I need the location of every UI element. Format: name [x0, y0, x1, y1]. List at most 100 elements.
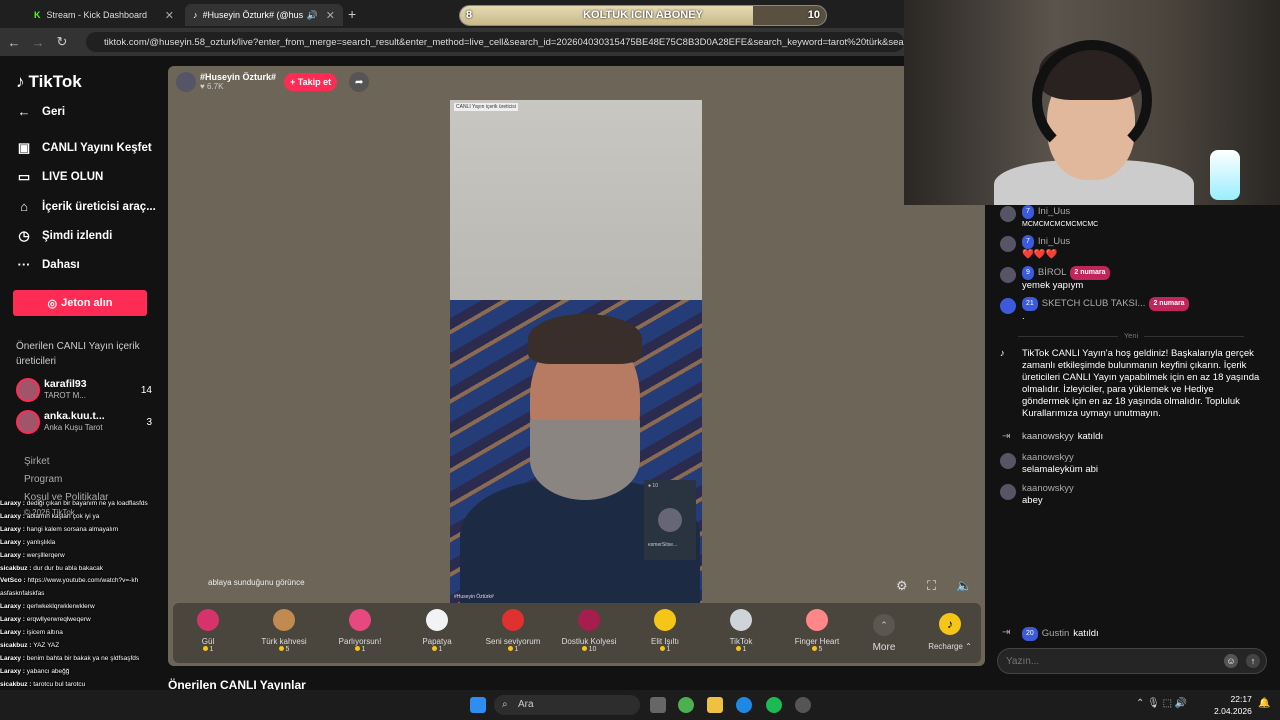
settings-icon[interactable]: ⚙: [896, 578, 908, 594]
reload-icon[interactable]: ↻: [50, 34, 74, 50]
get-coins-button[interactable]: ◎ Jeton alın: [13, 290, 147, 316]
speaker-icon: 🔊: [306, 9, 318, 20]
gift-icon: [654, 609, 676, 631]
chat-username[interactable]: SKETCH CLUB TAKSI...: [1042, 298, 1146, 310]
chat-username[interactable]: Ini_Uus: [1038, 236, 1070, 248]
chevron-up-icon[interactable]: ⌃: [873, 614, 895, 636]
sidebar-item-label: Geri: [42, 105, 66, 118]
taskbar-search[interactable]: ⌕ Ara: [494, 695, 640, 715]
close-icon[interactable]: ✕: [326, 9, 335, 22]
host-avatar[interactable]: [176, 72, 196, 92]
chat-username[interactable]: kaanowskyy: [1022, 431, 1074, 443]
chat-message: kaanowskyy selamaleyküm abi: [1000, 452, 1262, 475]
chat-text: MCMCMCMCMCMCMC: [1022, 220, 1099, 228]
recharge-button[interactable]: ♪ Recharge ⌃: [921, 613, 979, 651]
gift-item[interactable]: Seni seviyorum 1: [475, 607, 551, 653]
start-icon[interactable]: [470, 697, 486, 713]
task-view-icon[interactable]: [650, 697, 666, 713]
sidebar-item-more[interactable]: ··· Dahası: [16, 257, 80, 272]
overlay-chat-line: Laraxy : werşlllerqerw: [0, 550, 192, 563]
gift-item[interactable]: Finger Heart 5: [779, 607, 855, 653]
fan-badge: 2 numara: [1149, 297, 1189, 311]
avatar: [1000, 298, 1016, 314]
sidebar-item-creator-tools[interactable]: ⌂ İçerik üreticisi araç...: [16, 199, 156, 214]
chat-input[interactable]: [1006, 653, 1206, 669]
close-icon[interactable]: ✕: [165, 9, 174, 22]
sidebar-item-live-explore[interactable]: ▣ CANLI Yayını Keşfet: [16, 140, 152, 156]
gift-name: Parlıyorsun!: [338, 637, 382, 646]
sidebar-item-history[interactable]: ◷ Şimdi izlendi: [16, 228, 112, 244]
overlay-chat-user: Laraxy :: [0, 512, 27, 520]
overlay-chat-text: dur dur bu abla bakacak: [33, 564, 103, 572]
sidebar-item-back[interactable]: ← Geri: [16, 104, 66, 119]
level-badge: 7: [1022, 205, 1034, 219]
host-header: #Huseyin Özturk# ♥ 6.7K + Takip et ➦: [176, 72, 370, 92]
gift-item[interactable]: Dostluk Kolyesi 10: [551, 607, 627, 653]
chat-username[interactable]: kaanowskyy: [1022, 452, 1074, 464]
join-message: ⇥ 20 Gustin katıldı: [1000, 627, 1262, 641]
fullscreen-icon[interactable]: ⛶: [927, 578, 936, 594]
recommended-creator[interactable]: anka.kuu.t... Anka Kuşu Tarot 3: [16, 410, 152, 434]
avatar: [16, 410, 40, 434]
level-badge: 9: [1022, 266, 1034, 280]
tiktok-logo[interactable]: ♪ TikTok: [16, 72, 82, 92]
chat-text: yemek yapıym: [1022, 279, 1084, 291]
gift-cost: 5: [246, 646, 322, 653]
tab-kick-dashboard[interactable]: K Stream - Kick Dashboard ✕: [26, 4, 182, 26]
chat-message: kaanowskyy abey: [1000, 483, 1262, 506]
overlay-chat-text: hangi kalem sorsana almayalım: [26, 525, 119, 533]
overlay-chat-text: qerlwkeklqrwklerwklerw: [26, 603, 95, 611]
taskbar-clock[interactable]: 22:17 2.04.2026: [1214, 693, 1252, 717]
forward-icon[interactable]: →: [26, 35, 50, 50]
volume-icon[interactable]: 🔈: [956, 578, 972, 594]
app-icon[interactable]: [795, 697, 811, 713]
spotify-icon[interactable]: [766, 697, 782, 713]
sub-goal-label: KOLTUK ICIN ABONEY: [583, 9, 703, 21]
creator-icon: ⌂: [20, 199, 28, 214]
avatar: [1000, 484, 1016, 500]
tab-tiktok-live[interactable]: ♪ #Huseyin Özturk# (@huse 🔊 ✕: [185, 4, 343, 26]
edge-icon[interactable]: [736, 697, 752, 713]
chat-message: 21 SKETCH CLUB TAKSI... 2 numara.: [1000, 297, 1262, 322]
new-tab-button[interactable]: +: [348, 6, 356, 22]
guest-pip[interactable]: ● 10 esmerSitse...: [644, 480, 696, 560]
gift-item[interactable]: Elit Işıltı 1: [627, 607, 703, 653]
more-gifts-button[interactable]: More: [862, 642, 906, 653]
back-icon[interactable]: ←: [2, 35, 26, 50]
footer-link[interactable]: Şirket: [24, 456, 50, 467]
emoji-icon[interactable]: ☺: [1224, 654, 1238, 668]
send-icon[interactable]: ↑: [1246, 654, 1260, 668]
overlay-chat-user: Laraxy :: [0, 629, 27, 637]
chat-message: 7 Ini_Uus MCMCMCMCMCMCMC: [1000, 205, 1262, 230]
coin-icon: ◎: [47, 297, 58, 310]
live-chat-panel: 7 Ini_Uus MCMCMCMCMCMCMC 7 Ini_Uus ❤️❤️❤️ 9B…: [990, 205, 1270, 685]
host-name[interactable]: #Huseyin Özturk#: [200, 72, 276, 82]
tiktok-icon: ♪: [193, 10, 198, 20]
url-field[interactable]: tiktok.com/@huseyin.58_ozturk/live?enter…: [86, 32, 904, 52]
follow-button[interactable]: + Takip et: [284, 73, 338, 91]
footer-link[interactable]: Program: [24, 474, 62, 485]
overlay-chat-line: Laraxy : benim bahta bir bakak ya ne şld…: [0, 653, 192, 666]
live-video[interactable]: CANLI Yayın içerik üreticisi #Huseyin Öz…: [450, 100, 702, 603]
gift-item[interactable]: TikTok 1: [703, 607, 779, 653]
webcam-lamp: [1210, 150, 1240, 200]
chrome-icon[interactable]: [678, 697, 694, 713]
chat-username[interactable]: Ini_Uus: [1038, 206, 1070, 218]
sidebar-item-go-live[interactable]: ▭ LIVE OLUN: [16, 169, 104, 185]
creator-name: karafil93: [44, 378, 87, 390]
share-icon[interactable]: ➦: [349, 72, 370, 92]
gift-item[interactable]: Papatya 1: [399, 607, 475, 653]
notification-icon[interactable]: 🔔: [1258, 698, 1270, 709]
overlay-chat-text: yabancı abeğğ: [26, 667, 70, 675]
gift-item[interactable]: Parlıyorsun! 1: [322, 607, 398, 653]
chat-username[interactable]: kaanowskyy: [1022, 483, 1074, 495]
join-message: ⇥ kaanowskyy katıldı: [1000, 431, 1262, 443]
recommended-creator[interactable]: karafil93 TAROT M... 14: [16, 378, 152, 402]
tray-icons[interactable]: ⌃ 🎙 ⬚ 🔊: [1136, 698, 1187, 709]
gift-item[interactable]: Türk kahvesi 5: [246, 607, 322, 653]
overlay-chat-text: dediği çıkan bir bayanım ne ya loadflasf…: [26, 500, 148, 507]
chat-username[interactable]: Gustin: [1042, 628, 1069, 640]
chat-username[interactable]: BİROL: [1038, 267, 1067, 279]
file-explorer-icon[interactable]: [707, 697, 723, 713]
creator-name: anka.kuu.t...: [44, 410, 105, 422]
